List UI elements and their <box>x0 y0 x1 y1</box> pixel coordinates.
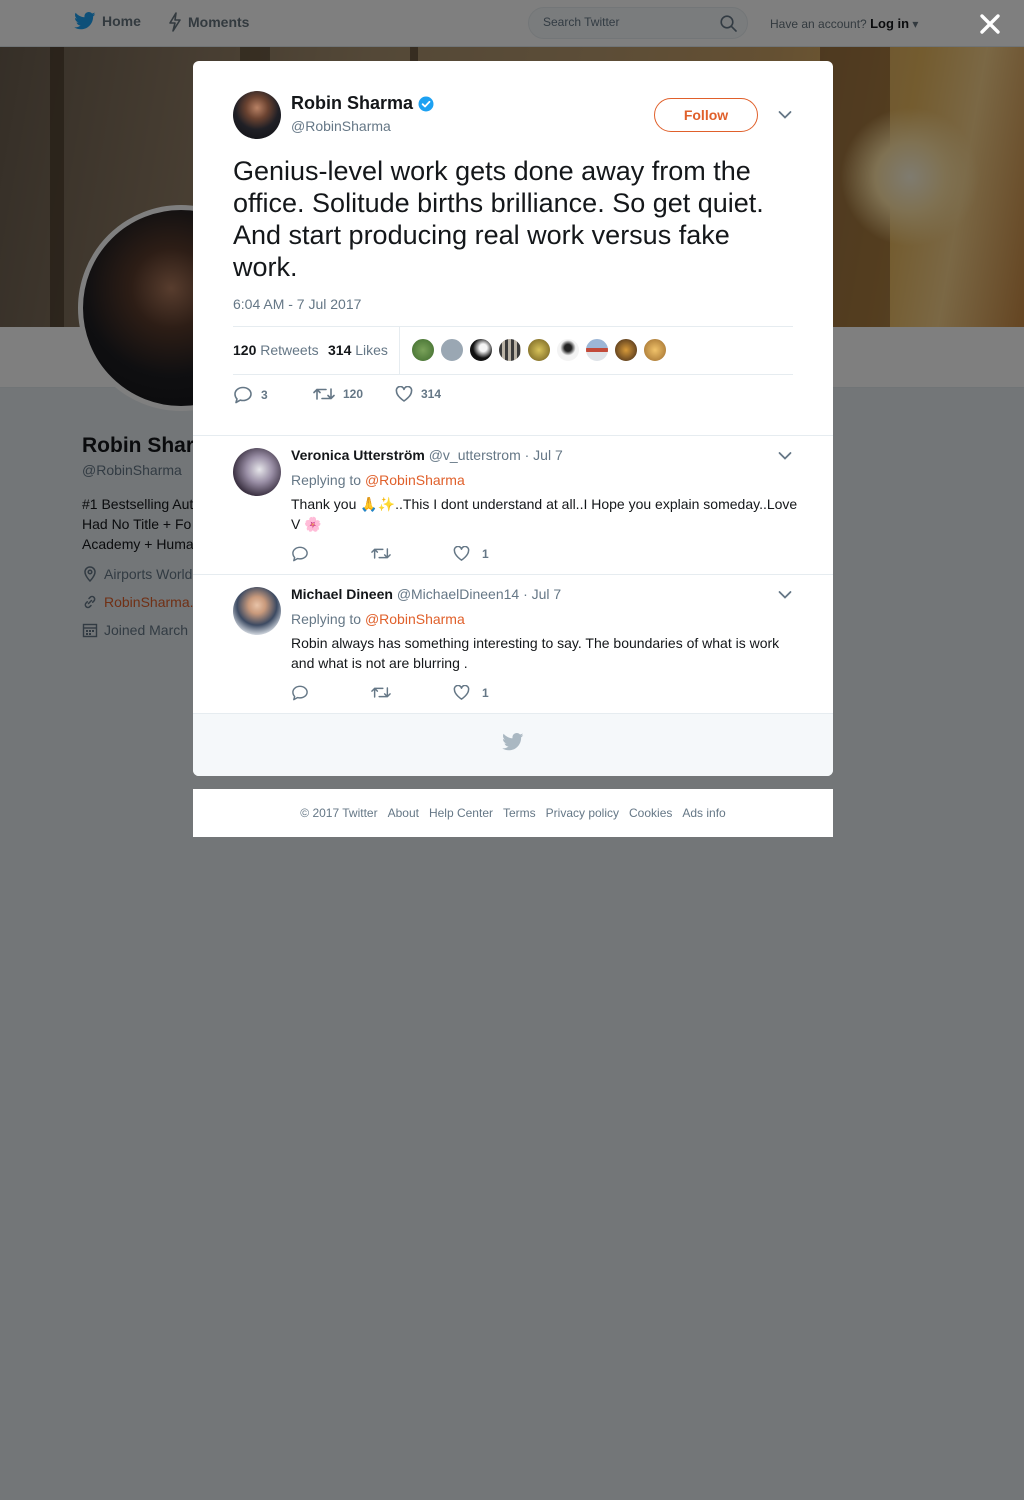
heart-icon <box>395 386 413 402</box>
reply-icon <box>292 685 308 701</box>
tweet-stats: 120 Retweets 314 Likes <box>233 326 793 375</box>
replying-prefix: Replying to <box>291 472 362 488</box>
reply-date[interactable]: · Jul 7 <box>525 447 563 463</box>
liker-avatar[interactable] <box>527 338 551 362</box>
author-name-row[interactable]: Robin Sharma <box>291 93 434 114</box>
like-count: 1 <box>482 685 489 700</box>
reply-tweet[interactable]: Veronica Utterström @v_utterstrom · Jul … <box>193 435 833 575</box>
replying-to: Replying to @RobinSharma <box>291 611 465 627</box>
retweet-icon <box>371 548 391 559</box>
retweets-stat[interactable]: 120 Retweets <box>233 342 319 358</box>
reply-date[interactable]: · Jul 7 <box>523 586 561 602</box>
twitter-bird-icon <box>502 733 524 751</box>
replying-to: Replying to @RobinSharma <box>291 472 465 488</box>
author-avatar[interactable] <box>233 91 281 139</box>
like-count: 1 <box>482 546 489 561</box>
chevron-down-icon[interactable] <box>778 110 792 120</box>
reply-action[interactable] <box>291 546 309 562</box>
author-name[interactable]: Robin Sharma <box>291 93 413 114</box>
footer-link-privacy[interactable]: Privacy policy <box>546 806 619 820</box>
reply-action[interactable]: 3 <box>233 386 268 404</box>
reply-action[interactable] <box>291 685 309 701</box>
chevron-down-icon[interactable] <box>778 590 792 600</box>
replying-to-link[interactable]: @RobinSharma <box>365 472 465 488</box>
liker-avatar[interactable] <box>585 338 609 362</box>
reply-author-name[interactable]: Michael Dineen <box>291 586 393 602</box>
retweets-count: 120 <box>233 342 257 358</box>
reply-author-handle[interactable]: @MichaelDineen14 <box>397 586 519 602</box>
reply-icon <box>292 546 308 562</box>
liker-avatar[interactable] <box>411 338 435 362</box>
page-footer: © 2017 Twitter About Help Center Terms P… <box>193 789 833 837</box>
likes-count: 314 <box>328 342 352 358</box>
author-handle[interactable]: @RobinSharma <box>291 118 391 134</box>
liker-avatar[interactable] <box>614 338 638 362</box>
like-action[interactable]: 1 <box>453 685 489 700</box>
liker-avatar[interactable] <box>643 338 667 362</box>
reply-author-avatar[interactable] <box>233 587 281 635</box>
like-action[interactable]: 314 <box>395 386 441 402</box>
close-icon[interactable] <box>978 12 1002 36</box>
tweet-text: Genius-level work gets done away from th… <box>233 156 764 282</box>
tweet-timestamp[interactable]: 6:04 AM - 7 Jul 2017 <box>233 296 361 312</box>
retweet-icon <box>313 388 335 400</box>
footer-link-help-center[interactable]: Help Center <box>429 806 493 820</box>
heart-icon <box>453 685 470 700</box>
reply-author-avatar[interactable] <box>233 448 281 496</box>
heart-icon <box>453 546 470 561</box>
like-action[interactable]: 1 <box>453 546 489 561</box>
likes-label: Likes <box>355 342 388 358</box>
liker-avatar[interactable] <box>498 338 522 362</box>
reply-author-handle[interactable]: @v_utterstrom <box>429 447 521 463</box>
retweet-action[interactable] <box>371 546 391 561</box>
replying-to-link[interactable]: @RobinSharma <box>365 611 465 627</box>
reply-count: 3 <box>261 388 268 402</box>
reply-text: Thank you 🙏✨..This I dont understand at … <box>291 496 798 532</box>
chevron-down-icon[interactable] <box>778 451 792 461</box>
tweet-modal: Robin Sharma @RobinSharma Follow Genius-… <box>193 61 833 776</box>
retweet-count: 120 <box>343 387 364 401</box>
like-count: 314 <box>421 387 442 401</box>
liker-avatar[interactable] <box>440 338 464 362</box>
modal-footer <box>193 713 833 776</box>
reply-header: Michael Dineen @MichaelDineen14 · Jul 7 <box>291 586 561 602</box>
reply-header: Veronica Utterström @v_utterstrom · Jul … <box>291 447 563 463</box>
verified-badge-icon <box>418 96 434 111</box>
footer-link-terms[interactable]: Terms <box>503 806 536 820</box>
retweets-label: Retweets <box>260 342 319 358</box>
replying-prefix: Replying to <box>291 611 362 627</box>
reply-text: Robin always has something interesting t… <box>291 635 780 671</box>
footer-link-ads-info[interactable]: Ads info <box>682 806 725 820</box>
reply-icon <box>234 386 252 404</box>
likes-stat[interactable]: 314 Likes <box>328 342 388 358</box>
reply-tweet[interactable]: Michael Dineen @MichaelDineen14 · Jul 7 … <box>193 574 833 714</box>
retweet-icon <box>371 687 391 698</box>
footer-link-cookies[interactable]: Cookies <box>629 806 672 820</box>
footer-link-about[interactable]: About <box>388 806 419 820</box>
retweet-action[interactable]: 120 <box>313 386 363 402</box>
retweet-action[interactable] <box>371 685 391 700</box>
follow-button[interactable]: Follow <box>654 98 758 132</box>
footer-copyright: © 2017 Twitter <box>300 806 378 820</box>
liker-avatar[interactable] <box>556 338 580 362</box>
reply-author-name[interactable]: Veronica Utterström <box>291 447 425 463</box>
liker-avatar[interactable] <box>469 338 493 362</box>
